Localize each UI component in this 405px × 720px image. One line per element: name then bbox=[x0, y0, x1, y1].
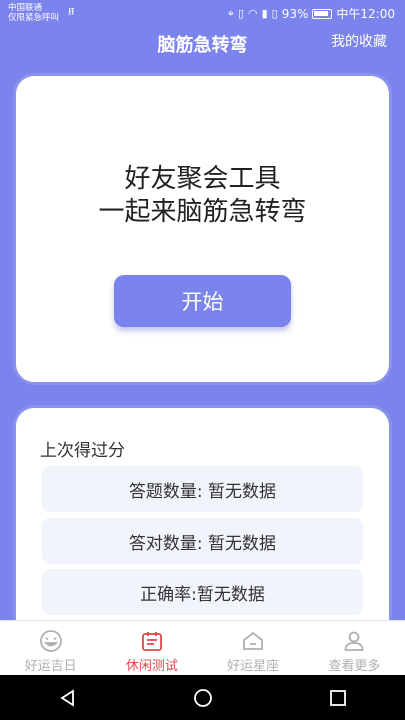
tab-lucky-constellation[interactable]: 好运星座 bbox=[203, 621, 304, 675]
usb-icon: ⭿ bbox=[68, 7, 75, 18]
status-icons: ⌖ ▯ ◠ ▮ ▯ 93% 中午12:00 bbox=[228, 5, 395, 22]
tab-view-more[interactable]: 查看更多 bbox=[304, 621, 405, 675]
tab-label: 查看更多 bbox=[328, 659, 381, 674]
home-circle-icon bbox=[193, 688, 212, 707]
user-icon bbox=[344, 631, 364, 651]
back-triangle-icon bbox=[59, 688, 74, 707]
accuracy-row: 正确率:暂无数据 bbox=[42, 569, 363, 615]
smiley-face-icon bbox=[39, 630, 62, 652]
signal-icon: ▮ bbox=[261, 7, 268, 20]
hero-card: 好友聚会工具 一起来脑筋急转弯 开始 bbox=[16, 76, 389, 382]
carrier-info: 中国联通 仅限紧急呼叫 bbox=[8, 3, 59, 23]
hero-title-line1: 好友聚会工具 bbox=[124, 164, 281, 194]
battery-icon bbox=[312, 8, 333, 19]
hero-title-line2: 一起来脑筋急转弯 bbox=[98, 197, 307, 227]
location-icon: ⌖ bbox=[227, 6, 234, 20]
tab-lucky-day[interactable]: 好运吉日 bbox=[0, 621, 101, 675]
clock: 中午12:00 bbox=[336, 7, 395, 21]
signal-off-icon: ▯ bbox=[271, 7, 278, 20]
correct-count-row: 答对数量: 暂无数据 bbox=[42, 518, 363, 564]
tab-label: 好运吉日 bbox=[24, 659, 77, 674]
home-icon bbox=[243, 631, 264, 650]
recents-square-icon bbox=[329, 689, 346, 706]
question-count-row: 答题数量: 暂无数据 bbox=[42, 466, 363, 512]
tab-label: 休闲测试 bbox=[125, 659, 178, 674]
home-button[interactable] bbox=[192, 687, 214, 709]
tab-label: 好运星座 bbox=[227, 659, 280, 674]
status-bar: 中国联通 仅限紧急呼叫 ⭿ ⌖ ▯ ◠ ▮ ▯ 93% 中午12:00 bbox=[0, 0, 405, 26]
system-nav-bar bbox=[0, 675, 405, 720]
start-button[interactable]: 开始 bbox=[114, 275, 291, 327]
wifi-icon: ◠ bbox=[248, 7, 258, 20]
battery-percent: 93% bbox=[281, 6, 309, 21]
vibrate-icon: ▯ bbox=[237, 7, 244, 20]
calendar-list-icon bbox=[141, 632, 162, 651]
recents-button[interactable] bbox=[327, 687, 349, 709]
favorites-link[interactable]: 我的收藏 bbox=[331, 31, 387, 51]
back-button[interactable] bbox=[57, 687, 79, 709]
app-header: 脑筋急转弯 我的收藏 bbox=[0, 26, 405, 58]
bottom-tab-bar: 好运吉日 休闲测试 好运星座 查看更多 bbox=[0, 620, 405, 675]
tab-leisure-test[interactable]: 休闲测试 bbox=[101, 621, 202, 675]
last-score-title: 上次得过分 bbox=[40, 441, 125, 461]
carrier-name: 中国联通 bbox=[8, 3, 43, 13]
emergency-only-text: 仅限紧急呼叫 bbox=[8, 13, 60, 23]
